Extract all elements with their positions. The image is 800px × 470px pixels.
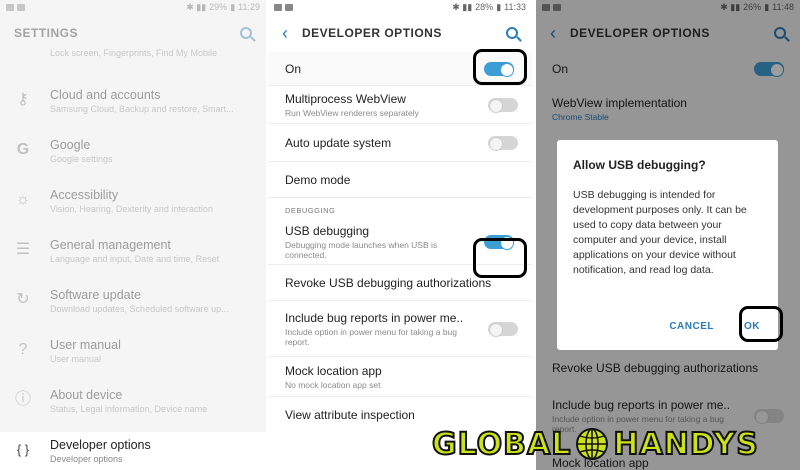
auto-update-row[interactable]: Auto update system bbox=[268, 124, 532, 162]
settings-item-title: Developer options bbox=[50, 438, 151, 452]
page-title: SETTINGS bbox=[14, 26, 79, 40]
row-sub: No mock location app set bbox=[285, 379, 381, 390]
settings-item-title: General management bbox=[50, 238, 171, 252]
app-bar: ‹ DEVELOPER OPTIONS bbox=[268, 14, 532, 52]
dialog-message: USB debugging is intended for developmen… bbox=[573, 189, 747, 276]
battery-icon: ▮ bbox=[496, 1, 502, 12]
accessibility-icon: ☼ bbox=[15, 191, 31, 208]
google-icon: G bbox=[16, 141, 30, 158]
bug-reports-row[interactable]: Include bug reports in power me.. Includ… bbox=[268, 301, 532, 357]
settings-item-software-update[interactable]: ↻ Software update Download updates, Sche… bbox=[0, 282, 266, 332]
settings-item-title: User manual bbox=[50, 338, 121, 352]
row-sub: Run WebView renderers separately bbox=[285, 107, 419, 118]
usb-dialog-panel: ✱ ▮▮ 26% ▮ 11:48 ‹ DEVELOPER OPTIONS On … bbox=[536, 0, 800, 470]
settings-item-general-management[interactable]: ☰ General management Language and input,… bbox=[0, 232, 266, 282]
settings-item-developer-options[interactable]: { } Developer options Developer options bbox=[0, 432, 266, 470]
settings-item-sub: Developer options bbox=[50, 454, 123, 464]
developer-options-panel: ✱ ▮▮ 28% ▮ 11:33 ‹ DEVELOPER OPTIONS On … bbox=[268, 0, 532, 470]
signal-icon: ✱ ▮▮ bbox=[452, 1, 473, 12]
row-title: Demo mode bbox=[285, 172, 351, 187]
settings-item-title: Software update bbox=[50, 288, 142, 302]
lock-icon bbox=[12, 48, 34, 70]
bug-reports-toggle[interactable] bbox=[488, 321, 518, 337]
settings-item-sub: User manual bbox=[50, 354, 102, 364]
key-icon: ⚷ bbox=[17, 91, 29, 108]
battery-icon: ▮ bbox=[230, 1, 236, 12]
settings-item-sub: Vision, Hearing, Dexterity and interacti… bbox=[50, 204, 213, 214]
watermark-logo: GLOBAL HANDYS bbox=[431, 420, 759, 468]
settings-item-lock-screen[interactable]: Lock screen, Fingerprints, Find My Mobil… bbox=[0, 48, 266, 82]
mock-location-row[interactable]: Mock location app No mock location app s… bbox=[268, 357, 532, 397]
update-icon: ↻ bbox=[16, 291, 30, 308]
settings-item-sub: Samsung Cloud, Backup and restore, Smart… bbox=[50, 104, 234, 114]
sliders-icon: ☰ bbox=[15, 241, 31, 258]
multiprocess-webview-row[interactable]: Multiprocess WebView Run WebView rendere… bbox=[268, 86, 532, 124]
clock: 11:29 bbox=[238, 2, 260, 12]
search-icon[interactable] bbox=[506, 27, 518, 39]
app-bar: SETTINGS bbox=[0, 14, 266, 52]
back-arrow-icon[interactable]: ‹ bbox=[282, 23, 288, 44]
settings-item-title: About device bbox=[50, 388, 123, 402]
multiprocess-toggle[interactable] bbox=[488, 97, 518, 113]
cancel-button[interactable]: CANCEL bbox=[669, 321, 714, 332]
status-bar: ✱ ▮▮ 28% ▮ 11:33 bbox=[268, 0, 532, 14]
settings-item-sub: Google settings bbox=[50, 154, 113, 164]
row-title: USB debugging bbox=[285, 223, 370, 238]
row-title: Revoke USB debugging authorizations bbox=[285, 275, 492, 290]
info-icon: ⓘ bbox=[14, 391, 31, 408]
settings-item-accessibility[interactable]: ☼ Accessibility Vision, Hearing, Dexteri… bbox=[0, 182, 266, 232]
watermark-text-left: GLOBAL bbox=[431, 426, 572, 463]
highlight-circle-master-toggle bbox=[473, 49, 527, 85]
settings-item-title: Google bbox=[50, 138, 91, 152]
developer-options-icon: { } bbox=[16, 442, 30, 457]
settings-item-title: Cloud and accounts bbox=[50, 88, 161, 102]
row-title: Multiprocess WebView bbox=[285, 91, 406, 106]
settings-item-title: Accessibility bbox=[50, 188, 119, 202]
section-header-debugging: DEBUGGING bbox=[285, 206, 336, 215]
search-icon[interactable] bbox=[240, 27, 252, 39]
signal-icon: ✱ ▮▮ bbox=[186, 1, 207, 12]
watermark-text-right: HANDYS bbox=[612, 426, 759, 463]
settings-item-sub: Status, Legal information, Device name bbox=[50, 404, 208, 414]
settings-item-about-device[interactable]: ⓘ About device Status, Legal information… bbox=[0, 382, 266, 432]
row-sub: Include option in power menu for taking … bbox=[285, 326, 458, 347]
settings-item-google[interactable]: G Google Google settings bbox=[0, 132, 266, 182]
dialog-title: Allow USB debugging? bbox=[573, 158, 706, 172]
battery-level: 28% bbox=[475, 2, 494, 12]
settings-item-sub: Lock screen, Fingerprints, Find My Mobil… bbox=[50, 48, 218, 58]
row-title: Auto update system bbox=[285, 135, 392, 150]
settings-item-sub: Download updates, Scheduled software up.… bbox=[50, 304, 229, 314]
row-title: Mock location app bbox=[285, 363, 382, 378]
highlight-circle-ok-button bbox=[739, 306, 783, 342]
on-label: On bbox=[285, 61, 302, 76]
status-bar: ✱ ▮▮ 29% ▮ 11:29 bbox=[0, 0, 266, 14]
battery-level: 29% bbox=[209, 2, 228, 12]
row-sub: Debugging mode launches when USB is conn… bbox=[285, 239, 438, 260]
settings-item-user-manual[interactable]: ? User manual User manual bbox=[0, 332, 266, 382]
globe-icon bbox=[576, 428, 609, 460]
settings-panel: ✱ ▮▮ 29% ▮ 11:29 SETTINGS Lock screen, F… bbox=[0, 0, 266, 470]
demo-mode-row[interactable]: Demo mode bbox=[268, 162, 532, 198]
row-title: View attribute inspection bbox=[285, 408, 415, 422]
clock: 11:33 bbox=[504, 2, 526, 12]
page-title: DEVELOPER OPTIONS bbox=[302, 26, 442, 40]
row-title: Include bug reports in power me.. bbox=[285, 310, 464, 325]
auto-update-toggle[interactable] bbox=[488, 135, 518, 151]
settings-item-sub: Language and input, Date and time, Reset bbox=[50, 254, 220, 264]
highlight-circle-usb-toggle bbox=[473, 238, 527, 278]
settings-item-cloud-accounts[interactable]: ⚷ Cloud and accounts Samsung Cloud, Back… bbox=[0, 82, 266, 132]
manual-icon: ? bbox=[18, 341, 28, 358]
